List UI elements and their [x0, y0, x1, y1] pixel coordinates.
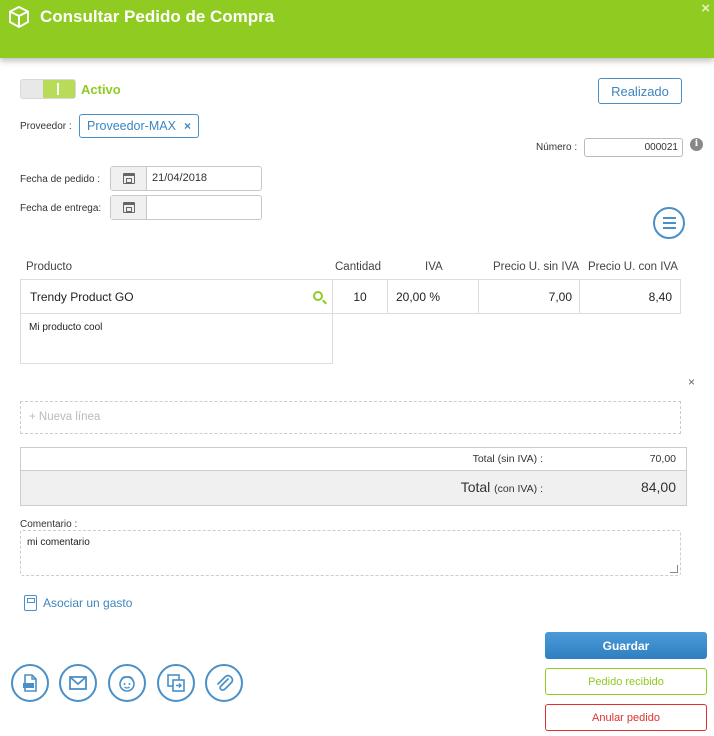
order-date-calendar-button[interactable] — [111, 167, 147, 190]
order-date-field[interactable]: 21/04/2018 — [110, 166, 262, 191]
calculator-icon — [24, 595, 37, 611]
active-toggle[interactable] — [20, 79, 76, 99]
new-line-button[interactable]: + Nueva línea — [20, 401, 681, 434]
guardar-button[interactable]: Guardar — [545, 632, 707, 659]
hamburger-icon — [662, 217, 676, 219]
price-no-tax-input[interactable]: 7,00 — [478, 279, 580, 314]
duplicate-icon — [167, 674, 185, 692]
remove-row-icon[interactable]: × — [688, 375, 695, 389]
total-value: 84,00 — [640, 479, 676, 495]
package-icon — [9, 6, 29, 28]
total-label: Total (con IVA) : — [460, 479, 543, 495]
delivery-date-calendar-button[interactable] — [111, 196, 147, 219]
iva-select[interactable]: 20,00 % — [387, 279, 479, 314]
supplier-value: Proveedor-MAX — [87, 119, 176, 133]
comment-textarea[interactable]: mi comentario — [20, 530, 681, 576]
delivery-date-label: Fecha de entrega: — [20, 203, 102, 214]
duplicate-button[interactable] — [157, 664, 195, 702]
column-header-quantity: Cantidad — [335, 261, 382, 273]
info-icon[interactable]: i — [690, 138, 703, 151]
active-toggle-label: Activo — [81, 82, 121, 97]
supplier-tag[interactable]: Proveedor-MAX × — [79, 114, 199, 138]
supplier-label: Proveedor : — [20, 121, 72, 132]
menu-button[interactable] — [653, 207, 685, 239]
delivery-date-input[interactable] — [147, 196, 261, 219]
face-icon — [119, 676, 135, 692]
product-input[interactable]: Trendy Product GO — [20, 279, 333, 314]
anular-pedido-button[interactable]: Anular pedido — [545, 704, 707, 731]
price-tax-input[interactable]: 8,40 — [579, 279, 681, 314]
subtotal-value: 70,00 — [649, 453, 676, 465]
order-date-input[interactable]: 21/04/2018 — [147, 167, 261, 190]
column-header-price-tax: Precio U. con IVA — [588, 261, 678, 273]
resize-handle[interactable] — [670, 565, 678, 573]
search-icon[interactable] — [313, 291, 323, 301]
quantity-input[interactable]: 10 — [332, 279, 388, 314]
column-header-price-no-tax: Precio U. sin IVA — [493, 261, 580, 273]
attach-button[interactable] — [205, 664, 243, 702]
contact-button[interactable] — [108, 664, 146, 702]
comment-label: Comentario : — [20, 519, 78, 530]
order-date-label: Fecha de pedido : — [20, 174, 101, 185]
paperclip-icon — [217, 674, 234, 691]
product-value: Trendy Product GO — [30, 289, 134, 304]
modal-header: Consultar Pedido de Compra × — [0, 0, 714, 58]
subtotal-label: Total (sin IVA) : — [472, 453, 543, 465]
close-icon[interactable]: × — [701, 0, 710, 17]
column-header-product: Producto — [26, 261, 73, 273]
numero-input[interactable]: 000021 — [584, 138, 683, 157]
page-title: Consultar Pedido de Compra — [40, 7, 275, 26]
pedido-recibido-button[interactable]: Pedido recibido — [545, 668, 707, 695]
asociar-gasto-link[interactable]: Asociar un gasto — [24, 595, 132, 611]
envelope-icon — [69, 676, 87, 690]
column-header-iva: IVA — [425, 261, 443, 273]
numero-label: Número : — [536, 142, 578, 153]
email-button[interactable] — [59, 664, 97, 702]
pdf-icon — [23, 674, 37, 692]
realizado-button[interactable]: Realizado — [598, 78, 682, 104]
delivery-date-field[interactable] — [110, 195, 262, 220]
pdf-button[interactable] — [11, 664, 49, 702]
totals-panel: Total (sin IVA) : 70,00 Total (con IVA) … — [20, 447, 687, 506]
remove-supplier-icon[interactable]: × — [184, 119, 191, 133]
product-description-input[interactable]: Mi producto cool — [20, 314, 333, 364]
calendar-icon — [122, 173, 135, 184]
calendar-icon — [122, 202, 135, 213]
